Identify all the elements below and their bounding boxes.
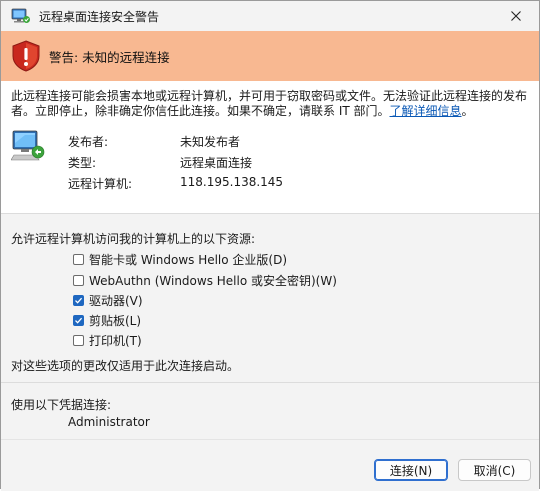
checkbox-label: 打印机(T) [89, 333, 142, 348]
title-bar: 远程桌面连接安全警告 [1, 1, 539, 31]
publisher-value: 未知发布者 [180, 135, 241, 149]
close-button[interactable] [493, 1, 539, 31]
checkbox-printers[interactable]: 打印机(T) [73, 332, 142, 348]
warning-suffix: 。 [461, 104, 474, 118]
credentials-title: 使用以下凭据连接: [11, 398, 112, 412]
checkmark-icon [75, 317, 83, 324]
checkbox-drives[interactable]: 驱动器(V) [73, 292, 143, 308]
permissions-note: 对这些选项的更改仅适用于此次连接启动。 [11, 359, 240, 373]
computer-icon [11, 130, 45, 161]
checkbox-clipboard[interactable]: 剪贴板(L) [73, 312, 141, 328]
checkbox-box[interactable] [73, 294, 84, 306]
close-icon [511, 11, 521, 21]
warning-panel: 此远程连接可能会损害本地或远程计算机，并可用于窃取密码或文件。无法验证此远程连接… [1, 81, 539, 214]
button-bar: 连接(N) 取消(C) [1, 439, 539, 491]
checkbox-box[interactable] [73, 314, 84, 326]
divider [1, 382, 539, 383]
dialog-window: 远程桌面连接安全警告 警告: 未知的远程连接 此远程连接可能会损害本地或远程计算… [0, 0, 540, 491]
banner-text: 警告: 未知的远程连接 [49, 49, 170, 65]
remote-desktop-icon [11, 8, 30, 23]
permissions-title: 允许远程计算机访问我的计算机上的以下资源: [11, 232, 256, 246]
cancel-button[interactable]: 取消(C) [458, 459, 531, 481]
checkbox-label: 驱动器(V) [89, 293, 143, 308]
checkbox-label: 智能卡或 Windows Hello 企业版(D) [89, 252, 288, 267]
checkbox-box[interactable] [73, 274, 84, 286]
checkmark-icon [75, 297, 83, 304]
checkbox-webauthn[interactable]: WebAuthn (Windows Hello 或安全密钥)(W) [73, 272, 337, 288]
warning-banner: 警告: 未知的远程连接 [1, 31, 539, 81]
checkbox-label: 剪贴板(L) [89, 313, 142, 328]
checkbox-label: WebAuthn (Windows Hello 或安全密钥)(W) [89, 273, 337, 288]
publisher-label: 发布者: [68, 135, 109, 149]
type-label: 类型: [68, 156, 97, 170]
checkbox-smartcard[interactable]: 智能卡或 Windows Hello 企业版(D) [73, 251, 287, 267]
remote-computer-value: 118.195.138.145 [180, 175, 284, 189]
connect-button[interactable]: 连接(N) [374, 459, 448, 481]
checkbox-box[interactable] [73, 334, 84, 346]
warning-shield-icon [12, 40, 40, 72]
window-title: 远程桌面连接安全警告 [39, 9, 160, 24]
credentials-user: Administrator [68, 415, 150, 429]
learn-more-link[interactable]: 了解详细信息 [390, 104, 462, 118]
warning-message: 此远程连接可能会损害本地或远程计算机，并可用于窃取密码或文件。无法验证此远程连接… [11, 89, 531, 119]
checkbox-box[interactable] [73, 253, 84, 265]
type-value: 远程桌面连接 [180, 156, 253, 170]
remote-computer-label: 远程计算机: [68, 177, 133, 191]
